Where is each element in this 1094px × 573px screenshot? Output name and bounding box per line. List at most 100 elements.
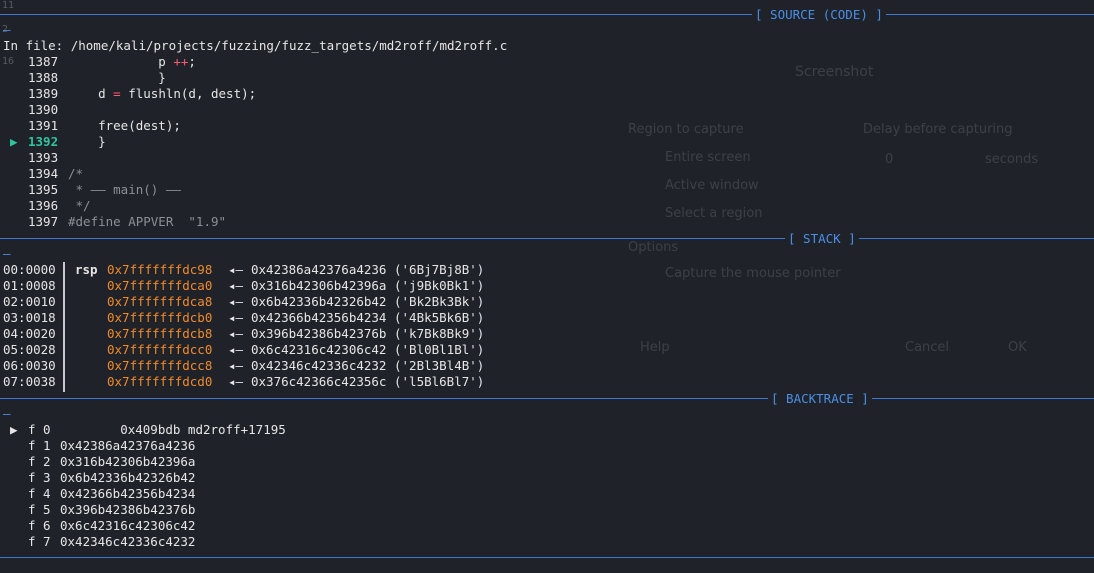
stack-arrow: ◂— [228,278,244,293]
backtrace-frame: f 0 [28,422,51,437]
ghost-delay-label: Delay before capturing [863,122,1013,137]
stack-value: 0x6b42336b42326b42 ('Bk2Bk3Bk') [251,294,485,309]
code-token: } [68,134,106,149]
line-number: 1396 [28,198,59,213]
source-line: 1393 [0,150,760,166]
backtrace-address: 0x396b42386b42376b [60,502,196,517]
stack-register: rsp [75,262,98,277]
ghost-help: Help [640,340,670,355]
stack-section-header: [ STACK ] [0,231,1094,247]
line-number: 1391 [28,118,59,133]
stack-arrow: ◂— [228,294,244,309]
backtrace-frame: f 7 [28,534,51,549]
code-token: } [68,70,166,85]
line-number: 1394 [28,166,59,181]
line-number: 1392 [28,134,59,149]
code-token: * —— main() —— [68,182,181,197]
stack-arrow: ◂— [228,310,244,325]
stack-address: 0x7fffffffdca8 [107,294,213,309]
code-token: flushln(d, dest); [120,86,257,101]
source-header-label: [ SOURCE (CODE) ] [752,7,886,23]
line-number: 1388 [28,70,59,85]
source-line: 1390 [0,102,760,118]
backtrace-frame: f 5 [28,502,51,517]
stack-value: 0x42346c42336c4232 ('2Bl3Bl4B') [251,358,485,373]
line-number: 1390 [28,102,59,117]
stack-offset: 01:0008 [3,278,56,293]
stack-offset: 06:0030 [3,358,56,373]
source-line: 1391 free(dest); [0,118,760,134]
stack-address: 0x7fffffffdc98 [107,262,213,277]
code-token: */ [68,198,91,213]
line-code: */ [68,198,91,214]
backtrace-section-header: [ BACKTRACE ] [0,391,1094,407]
ghost-title: Screenshot [795,64,874,80]
source-line: 1387 p ++; [0,54,760,70]
backtrace-frame: f 1 [28,438,51,453]
stack-arrow: ◂— [228,342,244,357]
backtrace-frame: f 4 [28,486,51,501]
line-code: * —— main() —— [68,182,181,198]
ghost-delay-value: 0 [885,152,894,167]
ghost-capture-pointer: Capture the mouse pointer [665,266,841,281]
stack-arrow: ◂— [228,374,244,389]
source-line: 1389 d = flushln(d, dest); [0,86,760,102]
stack-row: 05:0028 0x7fffffffdcc0 ◂— 0x6c42316c42306c4… [3,342,484,358]
stack-row: 03:0018 0x7fffffffdcb0 ◂— 0x42366b42356b423… [3,310,484,326]
source-line: 1394 /* [0,166,760,182]
stack-offset: 00:0000 [3,262,56,277]
backtrace-address: 0x6c42316c42306c42 [60,518,196,533]
backtrace-frame: f 3 [28,470,51,485]
backtrace-marker: ▶ [10,422,18,437]
source-line: 1396 */ [0,198,760,214]
stack-value: 0x42386a42376a4236 ('6Bj7Bj8B') [251,262,485,277]
line-code: /* [68,166,83,182]
backtrace-address: 0x316b42306b42396a [60,454,196,469]
stack-value: 0x396b42386b42376b ('k7Bk8Bk9') [251,326,485,341]
line-number: 1397 [28,214,59,229]
stack-address: 0x7fffffffdcb0 [107,310,213,325]
backtrace-header-label: [ BACKTRACE ] [768,391,872,407]
stack-value: 0x42366b42356b4234 ('4Bk5Bk6B') [251,310,485,325]
backtrace-address: 0x42386a42376a4236 [60,438,196,453]
stack-address: 0x7fffffffdcd0 [107,374,213,389]
stack-value: 0x6c42316c42306c42 ('Bl0Bl1Bl') [251,342,485,357]
stack-offset: 04:0020 [3,326,56,341]
source-line: 1388 } [0,70,760,86]
stack-header-label: [ STACK ] [785,231,859,247]
stack-address: 0x7fffffffdcc0 [107,342,213,357]
code-token: ++ [173,54,189,69]
stack-row: 00:0000 rsp 0x7fffffffdc98 ◂— 0x42386a42376a… [3,262,484,278]
code-token: /* [68,166,84,181]
stack-offset: 07:0038 [3,374,56,389]
line-code: } [68,134,106,150]
line-code: p ++; [68,54,196,70]
section-dash: — [3,406,11,421]
source-line: 1397 #define APPVER "1.9" [0,214,760,230]
backtrace-frame: f 2 [28,454,51,469]
stack-row: 06:0030 0x7fffffffdcc8 ◂— 0x42346c42336c423… [3,358,484,374]
line-number: 1395 [28,182,59,197]
stack-row: 04:0020 0x7fffffffdcb8 ◂— 0x396b42386b42376… [3,326,484,342]
stack-value: 0x376c42366c42356c ('l5Bl6Bl7') [251,374,485,389]
line-code: } [68,70,166,86]
stack-row: 01:0008 0x7fffffffdca0 ◂— 0x316b42306b42396… [3,278,484,294]
code-token: p [68,54,174,69]
line-code: d = flushln(d, dest); [68,86,256,102]
source-line: ▶ 1392 } [0,134,760,150]
stack-address: 0x7fffffffdcb8 [107,326,213,341]
stack-row: 07:0038 0x7fffffffdcd0 ◂— 0x376c42366c42356… [3,374,484,390]
bottom-divider [0,557,1094,558]
code-token: = [113,86,121,101]
line-number: 1387 [28,54,59,69]
stack-value: 0x316b42306b42396a ('j9Bk0Bk1') [251,278,485,293]
ghost-cancel: Cancel [905,340,950,355]
stack-arrow: ◂— [228,262,244,277]
stack-offset: 03:0018 [3,310,56,325]
source-line: 1395 * —— main() —— [0,182,760,198]
current-line-marker: ▶ [10,134,18,149]
stack-row: 02:0010 0x7fffffffdca8 ◂— 0x6b42336b42326b4… [3,294,484,310]
line-code: free(dest); [68,118,181,134]
stack-offset: 02:0010 [3,294,56,309]
code-token: ; [188,54,196,69]
